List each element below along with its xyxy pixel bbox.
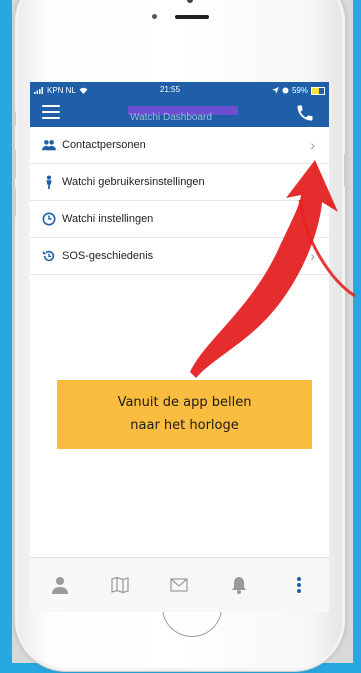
carrier-label: KPN NL [47,86,76,95]
chevron-right-icon: › [310,211,315,227]
menu-item-contacts[interactable]: Contactpersonen › [30,127,329,164]
page-title: Watchi Dashboard [130,112,212,123]
earpiece-speaker [175,15,209,19]
location-icon [271,87,279,94]
chevron-right-icon: › [310,174,315,190]
hamburger-icon[interactable] [42,105,60,119]
toolbar: Watchi Dashboard [30,97,329,129]
alarm-icon [282,87,289,94]
phone-screen: KPN NL 59% 21:55 Watchi Dashboard Contac… [30,82,329,612]
menu-label-user-settings: Watchi gebruikersinstellingen [62,176,205,188]
proximity-sensor [152,14,157,19]
frame-left [0,0,12,673]
tab-mail[interactable] [169,575,189,595]
power-button [344,153,348,187]
battery-icon [311,86,325,95]
bottom-tab-bar [30,557,329,612]
tab-alerts[interactable] [229,575,249,595]
more-icon [297,577,302,593]
frame-right [353,0,361,673]
menu-label-watch-settings: Watchi instellingen [62,213,154,225]
callout-line-2: naar het horloge [130,418,239,433]
menu-item-user-settings[interactable]: Watchi gebruikersinstellingen › [30,164,329,201]
contacts-icon [42,140,56,151]
menu-label-sos-history: SOS-geschiedenis [62,250,154,262]
signal-icon [34,87,43,94]
callout-line-1: Vanuit de app bellen [117,395,252,410]
person-icon [46,175,52,189]
tab-map[interactable] [110,575,130,595]
tab-profile[interactable] [50,575,70,595]
clock-time: 21:55 [160,85,181,94]
chevron-right-icon: › [310,137,315,153]
tab-more[interactable] [289,575,309,595]
history-icon [42,250,55,262]
clock-icon [42,212,56,226]
volume-down-button [12,187,16,217]
menu-label-contacts: Contactpersonen [62,139,146,151]
profile-icon [51,577,68,594]
phone-icon[interactable] [295,103,315,123]
mute-switch [12,111,16,127]
callout-box: Vanuit de app bellen naar het horloge [57,380,312,449]
wifi-icon [79,87,88,94]
front-camera [187,0,193,3]
app-header: KPN NL 59% 21:55 Watchi Dashboard [30,82,329,127]
battery-percent: 59% [291,86,308,95]
menu-item-sos-history[interactable]: SOS-geschiedenis › [30,238,329,275]
volume-up-button [12,149,16,179]
mail-icon [170,578,189,592]
chevron-right-icon: › [310,248,315,264]
menu-item-watch-settings[interactable]: Watchi instellingen › [30,201,329,238]
settings-menu: Contactpersonen › Watchi gebruikersinste… [30,127,329,275]
map-icon [111,577,129,593]
bell-icon [232,577,247,594]
